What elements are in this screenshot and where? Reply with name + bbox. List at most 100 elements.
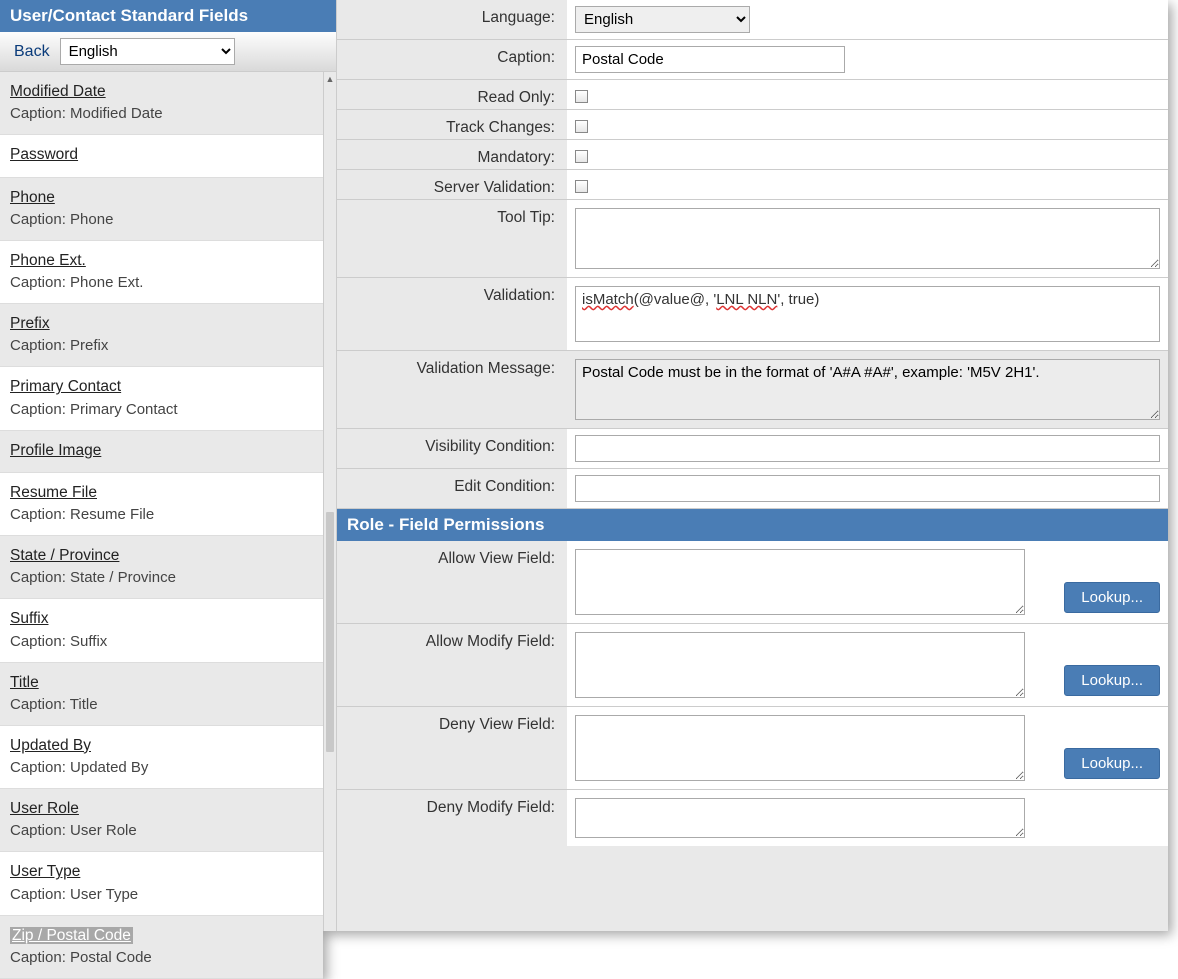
label-caption: Caption:: [337, 40, 567, 79]
row-allow-view: Allow View Field: Lookup...: [337, 541, 1168, 624]
sidebar-item[interactable]: Updated By Caption: Updated By: [0, 726, 323, 789]
mandatory-checkbox[interactable]: [575, 150, 588, 163]
edit-condition-input[interactable]: [575, 475, 1160, 502]
read-only-checkbox[interactable]: [575, 90, 588, 103]
server-validation-checkbox[interactable]: [575, 180, 588, 193]
sidebar-item[interactable]: Resume File Caption: Resume File: [0, 473, 323, 536]
sidebar-item-caption: Caption: Suffix: [10, 631, 313, 652]
sidebar-item-caption: Caption: Primary Contact: [10, 399, 313, 420]
lookup-button-allow-modify[interactable]: Lookup...: [1064, 665, 1160, 696]
sidebar-language-select[interactable]: English: [60, 38, 235, 65]
sidebar-list[interactable]: Modified Date Caption: Modified Date Pas…: [0, 72, 323, 931]
allow-view-box[interactable]: [575, 549, 1025, 615]
back-button[interactable]: Back: [8, 41, 56, 63]
visibility-condition-input[interactable]: [575, 435, 1160, 462]
sidebar-item[interactable]: Suffix Caption: Suffix: [0, 599, 323, 662]
label-language: Language:: [337, 0, 567, 39]
sidebar-item[interactable]: Title Caption: Title: [0, 663, 323, 726]
sidebar-item[interactable]: Password: [0, 135, 323, 177]
sidebar-item-title: Password: [10, 143, 313, 166]
scroll-thumb[interactable]: [326, 512, 334, 752]
track-changes-checkbox[interactable]: [575, 120, 588, 133]
sidebar-item-caption: Caption: Postal Code: [10, 947, 313, 968]
sidebar-item-title: Profile Image: [10, 439, 313, 462]
sidebar-item[interactable]: Zip / Postal Code Caption: Postal Code: [0, 916, 323, 979]
sidebar-item[interactable]: Modified Date Caption: Modified Date: [0, 72, 323, 135]
sidebar-item-title: Suffix: [10, 607, 313, 630]
label-deny-view: Deny View Field:: [337, 707, 567, 789]
sidebar-item-caption: Caption: Prefix: [10, 335, 313, 356]
row-tool-tip: Tool Tip:: [337, 200, 1168, 278]
sidebar-item-title: Phone Ext.: [10, 249, 313, 272]
label-read-only: Read Only:: [337, 80, 567, 109]
app-root: User/Contact Standard Fields Back Englis…: [0, 0, 1168, 931]
label-visibility-condition: Visibility Condition:: [337, 429, 567, 468]
sidebar-item-title: State / Province: [10, 544, 313, 567]
label-deny-modify: Deny Modify Field:: [337, 790, 567, 846]
row-server-validation: Server Validation:: [337, 170, 1168, 200]
row-language: Language: English: [337, 0, 1168, 40]
sidebar-item-caption: Caption: Phone Ext.: [10, 272, 313, 293]
label-mandatory: Mandatory:: [337, 140, 567, 169]
sidebar-item-caption: Caption: Title: [10, 694, 313, 715]
label-server-validation: Server Validation:: [337, 170, 567, 199]
sidebar-item[interactable]: User Type Caption: User Type: [0, 852, 323, 915]
sidebar-title: User/Contact Standard Fields: [0, 0, 336, 32]
sidebar-item[interactable]: State / Province Caption: State / Provin…: [0, 536, 323, 599]
sidebar-item-title: Updated By: [10, 734, 313, 757]
sidebar-item-title: Phone: [10, 186, 313, 209]
sidebar-item[interactable]: Phone Caption: Phone: [0, 178, 323, 241]
label-validation-message: Validation Message:: [337, 351, 567, 428]
label-validation: Validation:: [337, 278, 567, 350]
row-mandatory: Mandatory:: [337, 140, 1168, 170]
sidebar-item-caption: Caption: User Type: [10, 884, 313, 905]
sidebar-item[interactable]: Profile Image: [0, 431, 323, 473]
sidebar-item-title: User Role: [10, 797, 313, 820]
sidebar-item-title: Resume File: [10, 481, 313, 504]
lookup-button-deny-view[interactable]: Lookup...: [1064, 748, 1160, 779]
label-tool-tip: Tool Tip:: [337, 200, 567, 277]
sidebar-item[interactable]: Prefix Caption: Prefix: [0, 304, 323, 367]
sidebar-toolbar: Back English: [0, 32, 336, 72]
row-read-only: Read Only:: [337, 80, 1168, 110]
deny-view-box[interactable]: [575, 715, 1025, 781]
deny-modify-box[interactable]: [575, 798, 1025, 838]
row-deny-modify: Deny Modify Field:: [337, 790, 1168, 846]
sidebar-item-caption: Caption: Modified Date: [10, 103, 313, 124]
label-edit-condition: Edit Condition:: [337, 469, 567, 508]
sidebar-scrollbar[interactable]: ▲: [323, 72, 336, 931]
allow-modify-box[interactable]: [575, 632, 1025, 698]
label-allow-view: Allow View Field:: [337, 541, 567, 623]
lookup-button-allow-view[interactable]: Lookup...: [1064, 582, 1160, 613]
row-deny-view: Deny View Field: Lookup...: [337, 707, 1168, 790]
validation-input[interactable]: isMatch(@value@, 'LNL NLN', true): [575, 286, 1160, 342]
sidebar-item-caption: Caption: Phone: [10, 209, 313, 230]
sidebar-item-title: Prefix: [10, 312, 313, 335]
sidebar-item-title: Modified Date: [10, 80, 313, 103]
main-panel: Language: English Caption: Read Only: Tr…: [337, 0, 1168, 931]
label-track-changes: Track Changes:: [337, 110, 567, 139]
row-edit-condition: Edit Condition:: [337, 469, 1168, 509]
row-visibility-condition: Visibility Condition:: [337, 429, 1168, 469]
sidebar-item-caption: Caption: State / Province: [10, 567, 313, 588]
sidebar-item-caption: Caption: User Role: [10, 820, 313, 841]
caption-input[interactable]: [575, 46, 845, 73]
label-allow-modify: Allow Modify Field:: [337, 624, 567, 706]
row-validation: Validation: isMatch(@value@, 'LNL NLN', …: [337, 278, 1168, 351]
row-allow-modify: Allow Modify Field: Lookup...: [337, 624, 1168, 707]
sidebar-item-caption: Caption: Updated By: [10, 757, 313, 778]
sidebar-item[interactable]: Primary Contact Caption: Primary Contact: [0, 367, 323, 430]
row-track-changes: Track Changes:: [337, 110, 1168, 140]
sidebar-item-caption: Caption: Resume File: [10, 504, 313, 525]
sidebar-item[interactable]: User Role Caption: User Role: [0, 789, 323, 852]
row-caption: Caption:: [337, 40, 1168, 80]
sidebar-item-title: Title: [10, 671, 313, 694]
permissions-header: Role - Field Permissions: [337, 509, 1168, 541]
sidebar: User/Contact Standard Fields Back Englis…: [0, 0, 337, 931]
tool-tip-input[interactable]: [575, 208, 1160, 269]
sidebar-item-title: Primary Contact: [10, 375, 313, 398]
language-select[interactable]: English: [575, 6, 750, 33]
scroll-up-icon[interactable]: ▲: [324, 72, 336, 86]
validation-message-input[interactable]: [575, 359, 1160, 420]
sidebar-item[interactable]: Phone Ext. Caption: Phone Ext.: [0, 241, 323, 304]
